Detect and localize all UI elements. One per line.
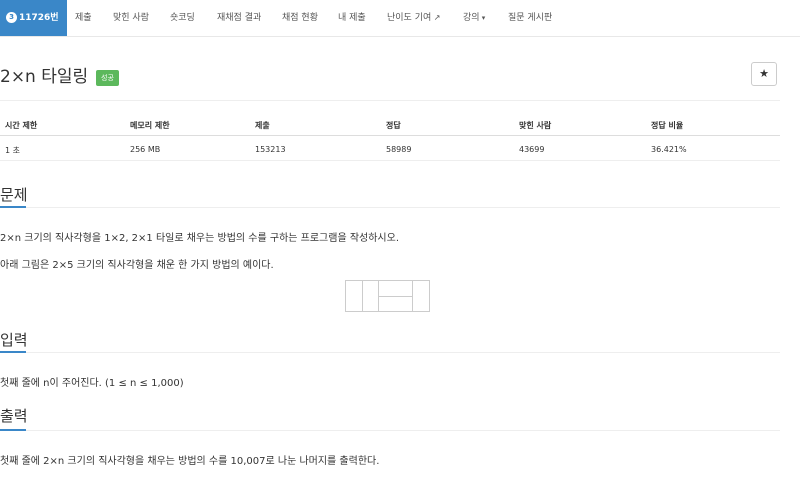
cell-accept-ratio: 36.421% — [651, 145, 687, 154]
section-underline-problem — [0, 206, 26, 208]
header-time-limit: 시간 제한 — [5, 121, 38, 130]
section-heading-input: 입력 — [0, 331, 28, 349]
star-icon: ★ — [759, 67, 769, 80]
nav-judge-status[interactable]: 채점 현황 — [282, 0, 318, 36]
cell-submissions: 153213 — [255, 145, 286, 154]
nav-my-submissions[interactable]: 내 제출 — [338, 0, 366, 36]
cell-time-limit: 1 초 — [5, 146, 20, 155]
status-badge: 성공 — [96, 70, 119, 86]
favorite-button[interactable]: ★ — [751, 62, 777, 86]
cell-memory-limit: 256 MB — [130, 145, 161, 154]
cell-solvers: 43699 — [519, 145, 545, 154]
title-divider — [0, 100, 780, 101]
nav-short-coding[interactable]: 숏코딩 — [170, 0, 195, 36]
section-underline-output — [0, 429, 26, 431]
nav-problem-label: 11726번 — [19, 13, 59, 23]
section-rule-output — [0, 430, 780, 431]
section-heading-problem: 문제 — [0, 186, 28, 204]
page-title: 2×n 타일링 — [0, 67, 89, 87]
section-rule-problem — [0, 207, 780, 208]
table-header-divider — [0, 135, 780, 136]
nav-lectures-dropdown[interactable]: 강의 ▾ — [463, 0, 485, 36]
header-accept-ratio: 정답 비율 — [651, 121, 684, 130]
header-submissions: 제출 — [255, 121, 270, 130]
input-description: 첫째 줄에 n이 주어진다. (1 ≤ n ≤ 1,000) — [0, 378, 184, 389]
header-solvers: 맞힌 사람 — [519, 121, 552, 130]
table-bottom-divider — [0, 160, 780, 161]
problem-figure-caption: 아래 그림은 2×5 크기의 직사각형을 채운 한 가지 방법의 예이다. — [0, 260, 274, 271]
cell-accepted: 58989 — [386, 145, 412, 154]
nav-lectures-label: 강의 — [463, 13, 480, 23]
problem-badge: 3 — [6, 12, 17, 23]
nav-problem-number[interactable]: 3 11726번 — [0, 0, 67, 36]
section-rule-input — [0, 352, 780, 353]
nav-rejudge-results[interactable]: 재채점 결과 — [217, 0, 261, 36]
nav-difficulty-contribute[interactable]: 난이도 기여 ↗ — [387, 0, 441, 36]
header-memory-limit: 메모리 제한 — [130, 121, 170, 130]
caret-down-icon: ▾ — [479, 14, 486, 22]
header-accepted: 정답 — [386, 121, 401, 130]
output-description: 첫째 줄에 2×n 크기의 직사각형을 채우는 방법의 수를 10,007로 나… — [0, 456, 380, 467]
section-underline-input — [0, 351, 26, 353]
external-link-icon: ↗ — [431, 13, 441, 22]
problem-description: 2×n 크기의 직사각형을 1×2, 2×1 타일로 채우는 방법의 수를 구하… — [0, 233, 400, 244]
nav-qna-board[interactable]: 질문 게시판 — [508, 0, 552, 36]
nav-solved-users[interactable]: 맞힌 사람 — [113, 0, 149, 36]
nav-submit[interactable]: 제출 — [75, 0, 92, 36]
problem-nav: 3 11726번 제출 맞힌 사람 숏코딩 재채점 결과 채점 현황 내 제출 난… — [0, 0, 800, 37]
tiling-example-image — [345, 280, 430, 312]
section-heading-output: 출력 — [0, 407, 28, 425]
nav-difficulty-label: 난이도 기여 — [387, 13, 432, 23]
